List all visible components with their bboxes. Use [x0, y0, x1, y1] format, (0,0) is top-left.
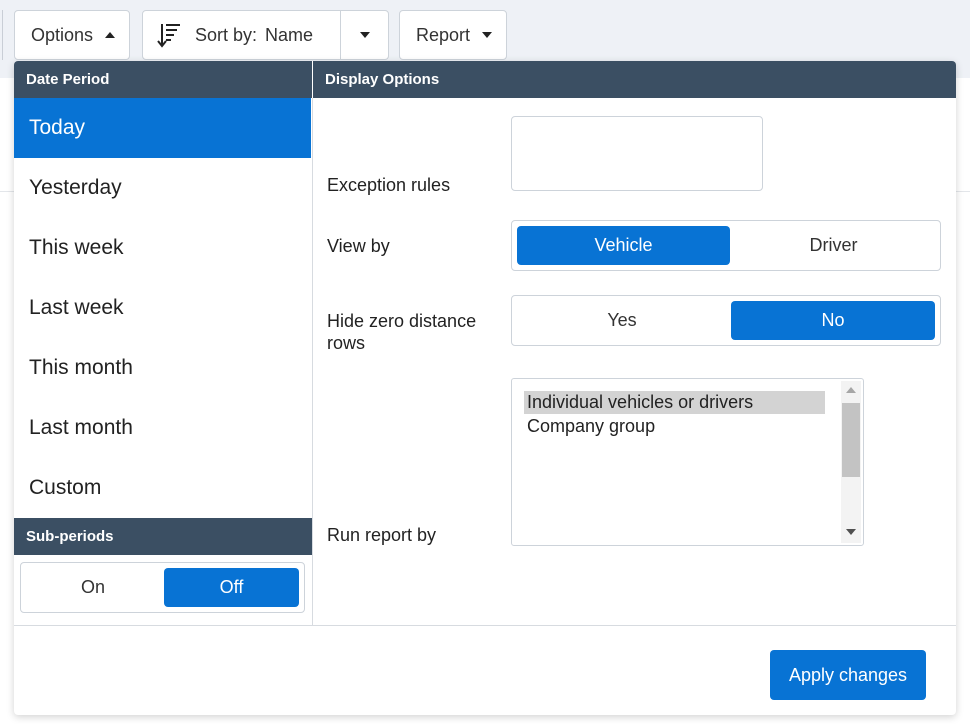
sort-descending-icon — [143, 22, 195, 48]
hide-zero-yes-option[interactable]: Yes — [516, 301, 728, 340]
view-by-driver-option[interactable]: Driver — [730, 226, 937, 265]
footer-divider — [14, 625, 956, 626]
period-label: Custom — [29, 476, 102, 499]
chevron-down-icon — [482, 32, 493, 38]
toolbar-button-edge[interactable] — [0, 10, 3, 60]
caret-up-icon — [105, 32, 116, 38]
period-last-month[interactable]: Last month — [14, 398, 311, 458]
period-this-week[interactable]: This week — [14, 218, 311, 278]
sub-periods-off-option[interactable]: Off — [164, 568, 299, 607]
report-button[interactable]: Report — [399, 10, 507, 60]
options-label: Options — [31, 24, 94, 45]
chevron-down-icon — [359, 32, 370, 38]
sort-by-button[interactable]: Sort by: Name — [142, 10, 389, 60]
view-by-toggle: Vehicle Driver — [511, 220, 941, 271]
run-report-by-listbox[interactable]: Individual vehicles or drivers Company g… — [511, 378, 864, 546]
period-label: Last week — [29, 296, 124, 319]
scroll-down-arrow-icon[interactable] — [846, 529, 856, 535]
period-label: Today — [29, 116, 86, 139]
view-by-vehicle-option[interactable]: Vehicle — [517, 226, 730, 265]
period-label: This week — [29, 236, 124, 259]
scrollbar-thumb[interactable] — [842, 403, 860, 477]
period-custom[interactable]: Custom — [14, 458, 311, 518]
hide-zero-distance-toggle: Yes No — [511, 295, 941, 346]
period-today[interactable]: Today — [14, 98, 311, 158]
period-label: This month — [29, 356, 133, 379]
display-options-header: Display Options — [313, 61, 956, 98]
options-panel: Date Period Display Options Today Yester… — [14, 61, 956, 715]
period-label: Yesterday — [29, 176, 122, 199]
options-button[interactable]: Options — [14, 10, 130, 60]
date-period-list: Today Yesterday This week Last week This… — [14, 98, 311, 518]
listbox-option-individual[interactable]: Individual vehicles or drivers — [524, 391, 825, 414]
sub-periods-on-option[interactable]: On — [25, 568, 161, 607]
sub-periods-header: Sub-periods — [14, 518, 312, 555]
listbox-scrollbar[interactable] — [841, 381, 861, 543]
sort-value: Name — [265, 24, 314, 45]
period-this-month[interactable]: This month — [14, 338, 311, 398]
sort-prefix: Sort by: — [195, 24, 258, 45]
apply-changes-button[interactable]: Apply changes — [770, 650, 926, 700]
hide-zero-no-option[interactable]: No — [731, 301, 935, 340]
view-by-label: View by — [327, 236, 390, 256]
date-period-header: Date Period — [14, 61, 312, 98]
hide-zero-distance-label: Hide zero distance rows — [327, 311, 477, 353]
period-last-week[interactable]: Last week — [14, 278, 311, 338]
scroll-up-arrow-icon[interactable] — [846, 387, 856, 393]
exception-rules-input[interactable] — [511, 116, 763, 191]
listbox-option-company-group[interactable]: Company group — [524, 415, 825, 438]
period-label: Last month — [29, 416, 133, 439]
report-label: Report — [416, 24, 471, 45]
sub-periods-toggle: On Off — [20, 562, 305, 613]
sort-dropdown-toggle[interactable] — [340, 11, 388, 59]
column-divider — [312, 98, 313, 625]
run-report-by-label: Run report by — [327, 525, 437, 545]
exception-rules-label: Exception rules — [327, 175, 451, 195]
period-yesterday[interactable]: Yesterday — [14, 158, 311, 218]
